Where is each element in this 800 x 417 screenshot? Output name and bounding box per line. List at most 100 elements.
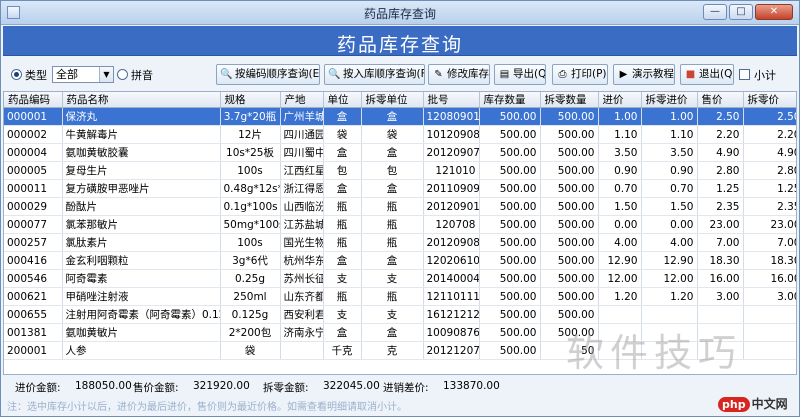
table-cell: 广州羊城 [280, 107, 324, 126]
margin-total-label: 进销差价: [383, 382, 429, 394]
table-cell: 杭州华东 [280, 251, 324, 270]
table-row[interactable]: 000004 氨咖黄敏胶囊 10s*25板 四川蜀中盒盒 20120907 500.00 5… [4, 143, 796, 162]
tutorial-label: 演示教程 [632, 68, 674, 80]
column-header[interactable]: 药品名称 [62, 92, 221, 108]
table-cell: 100s [220, 161, 281, 180]
maximize-button[interactable]: □ [729, 4, 753, 20]
table-cell: 克 [361, 341, 424, 360]
query-by-stock-in-button[interactable]: 🔍 按入库顺序查询(F) [324, 64, 425, 85]
table-cell: 0.25g [220, 269, 281, 288]
table-cell: 2*200包 [220, 323, 281, 342]
edit-stock-button[interactable]: ✎ 修改库存 [428, 64, 490, 85]
table-cell: 7.00 [697, 233, 744, 252]
split-total-label: 拆零金额: [263, 382, 309, 394]
type-radio[interactable] [11, 69, 22, 80]
tutorial-button[interactable]: ▶ 演示教程 [613, 64, 675, 85]
table-cell: 4.90 [743, 143, 796, 162]
export-button[interactable]: ▤ 导出(Q) [494, 64, 546, 85]
toolbar: 类型 全部 ▼ 拼音 🔍 按编码顺序查询(E) 🔍 按入库顺序查询(F) ✎ 修… [3, 61, 797, 89]
table-cell: 支 [323, 305, 362, 324]
table-cell: 500.00 [479, 161, 541, 180]
column-header[interactable]: 产地 [280, 92, 324, 108]
table-row[interactable]: 000621 甲硝唑注射液 250ml 山东齐都瓶瓶 12110111 500.00 500… [4, 287, 796, 306]
type-radio-label: 类型 [25, 69, 47, 82]
table-cell: 1.20 [598, 287, 642, 306]
table-cell: 500.00 [479, 323, 541, 342]
column-header[interactable]: 进价 [598, 92, 642, 108]
column-header[interactable]: 批号 [423, 92, 480, 108]
table-cell: 氯肽素片 [62, 233, 221, 252]
table-cell: 3.7g*20瓶 [220, 107, 281, 126]
table-cell: 1.10 [598, 125, 642, 144]
table-cell: 0.70 [598, 179, 642, 198]
table-cell: 盒 [323, 323, 362, 342]
window-title: 药品库存查询 [363, 7, 436, 21]
table-cell: 金玄利咽颗粒 [62, 251, 221, 270]
table-cell: 001381 [4, 323, 63, 342]
column-header[interactable]: 售价 [697, 92, 744, 108]
table-cell: 包 [361, 161, 424, 180]
table-cell: 盒 [361, 323, 424, 342]
exit-button[interactable]: ■ 退出(Q) [680, 64, 734, 85]
table-cell: 4.00 [598, 233, 642, 252]
print-button[interactable]: ⎙ 打印(P) [552, 64, 608, 85]
table-cell [280, 341, 324, 360]
table-row[interactable]: 000002 牛黄解毒片 12片 四川通园袋袋 10120908 500.00 500.00… [4, 125, 796, 144]
table-row[interactable]: 000001 保济丸 3.7g*20瓶 广州羊城盒盒 12080901 500.00 500… [4, 107, 796, 126]
table-cell: 1.25 [697, 179, 744, 198]
table-cell: 盒 [323, 143, 362, 162]
table-cell: 盒 [323, 251, 362, 270]
table-row[interactable]: 000546 阿奇霉素 0.25g 苏州长征支支 20140004 500.00 500.0… [4, 269, 796, 288]
table-cell: 12080901 [423, 107, 480, 126]
table-cell: 国光生物 [280, 233, 324, 252]
table-row[interactable]: 000416 金玄利咽颗粒 3g*6代 杭州华东盒盒 12020610 500.00 500… [4, 251, 796, 270]
table-row[interactable]: 000077 氯苯那敏片 50mg*100s 江苏盐城瓶瓶 120708 500.00 50… [4, 215, 796, 234]
column-header[interactable]: 药品编码 [4, 92, 63, 108]
query-by-stock-in-label: 按入库顺序查询(F) [343, 68, 425, 80]
table-cell: 盒 [361, 251, 424, 270]
table-cell: 袋 [361, 125, 424, 144]
table-cell: 支 [361, 269, 424, 288]
table-row[interactable]: 000005 复母生片 100s 江西红星包包 121010 500.00 500.00 0.… [4, 161, 796, 180]
sale-total-value: 321920.00 [193, 380, 250, 392]
table-cell: 济南永宁 [280, 323, 324, 342]
table-cell: 10s*25板 [220, 143, 281, 162]
table-row[interactable]: 000011复方磺胺甲恶唑片0.48g*12s*5板浙江得恩盒盒20110909… [4, 179, 796, 198]
table-cell: 2.35 [697, 197, 744, 216]
search-icon: 🔍 [220, 69, 233, 80]
table-cell: 12020610 [423, 251, 480, 270]
column-header[interactable]: 拆零数量 [540, 92, 599, 108]
margin-total-value: 133870.00 [443, 380, 500, 392]
subtotal-checkbox[interactable] [739, 69, 750, 80]
table-cell [743, 341, 796, 360]
table-cell [598, 305, 642, 324]
table-cell [743, 305, 796, 324]
column-header[interactable]: 单位 [323, 92, 362, 108]
export-label: 导出(Q) [513, 68, 546, 80]
column-header[interactable]: 库存数量 [479, 92, 541, 108]
table-cell: 500.00 [540, 143, 599, 162]
minimize-button[interactable]: — [703, 4, 727, 20]
close-button[interactable]: ✕ [755, 4, 793, 20]
table-cell: 20121207 [423, 341, 480, 360]
table-cell: 201209089 [423, 233, 480, 252]
type-select-value: 全部 [56, 68, 78, 81]
table-cell: 12110111 [423, 287, 480, 306]
table-cell: 氨咖黄敏胶囊 [62, 143, 221, 162]
table-row[interactable]: 000029酚酞片0.1g*100s山西临汾瓶瓶2012090101500.00… [4, 197, 796, 216]
column-header[interactable]: 拆零进价 [641, 92, 698, 108]
pinyin-radio[interactable] [117, 69, 128, 80]
edit-stock-label: 修改库存 [447, 68, 489, 80]
table-cell: 0.00 [598, 215, 642, 234]
column-header[interactable]: 规格 [220, 92, 281, 108]
table-cell: 4.00 [641, 233, 698, 252]
table-row[interactable]: 000257氯肽素片100s国光生物瓶瓶201209089500.00500.0… [4, 233, 796, 252]
column-header[interactable]: 拆零单位 [361, 92, 424, 108]
column-header[interactable]: 拆零价 [743, 92, 796, 108]
table-cell: 10090876 [423, 323, 480, 342]
table-cell: 盒 [361, 143, 424, 162]
query-by-code-label: 按编码顺序查询(E) [235, 68, 320, 80]
type-select[interactable]: 全部 ▼ [52, 66, 114, 83]
table-row[interactable]: 000655 注射用阿奇霉素（阿奇霉素）0.125 0.125g 西安利君支支 1612… [4, 305, 796, 324]
query-by-code-button[interactable]: 🔍 按编码顺序查询(E) [216, 64, 320, 85]
